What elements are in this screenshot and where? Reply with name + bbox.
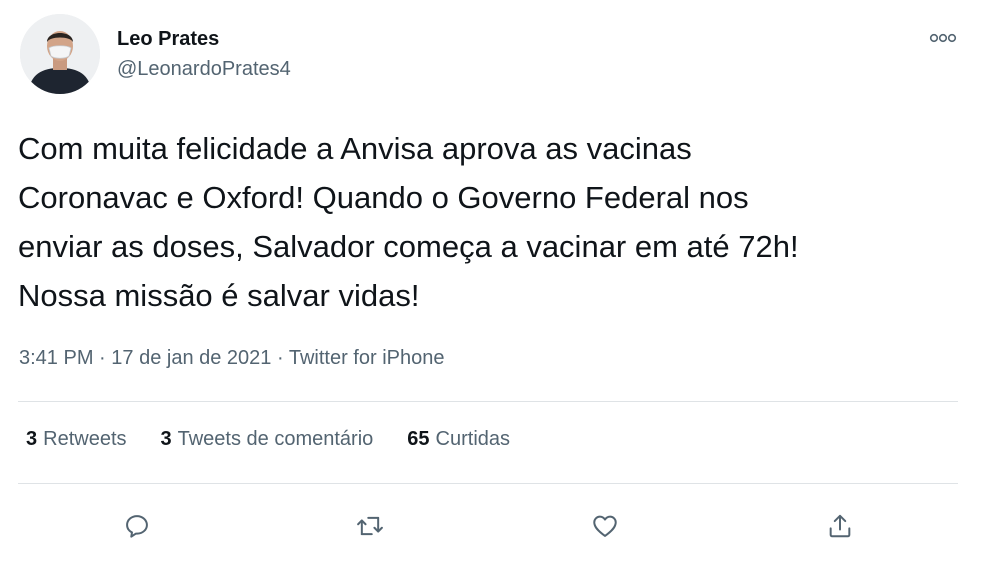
reply-button[interactable] [117,506,157,546]
avatar[interactable] [20,14,100,94]
tweet-text-line: Nossa missão é salvar vidas! [18,278,420,313]
retweet-button[interactable] [350,506,390,546]
tweet-text: Com muita felicidade a Anvisa aprova as … [18,124,968,320]
like-button[interactable] [585,506,625,546]
author-name[interactable]: Leo Prates [117,28,219,51]
tweet-date[interactable]: 17 de jan de 2021 [111,347,271,369]
quote-tweets-label: Tweets de comentário [177,428,374,450]
divider [18,483,958,484]
meta-separator: · [276,347,289,369]
retweets-stat[interactable]: 3 Retweets [26,428,127,451]
quote-tweets-count: 3 [160,428,172,450]
tweet-text-line: Com muita felicidade a Anvisa aprova as … [18,131,692,166]
retweets-label: Retweets [43,428,127,450]
likes-label: Curtidas [435,428,511,450]
tweet-meta: 3:41 PM · 17 de jan de 2021 · Twitter fo… [19,347,444,370]
retweets-count: 3 [26,428,38,450]
tweet-time[interactable]: 3:41 PM [19,347,93,369]
likes-stat[interactable]: 65 Curtidas [407,428,510,451]
retweet-icon [357,516,383,536]
divider [18,401,958,402]
share-icon [829,514,851,538]
tweet-text-line: enviar as doses, Salvador começa a vacin… [18,229,799,264]
tweet-actions [0,500,984,550]
heart-icon [593,515,617,537]
share-button[interactable] [820,506,860,546]
likes-count: 65 [407,428,430,450]
tweet-card: Leo Prates @LeonardoPrates4 Com muita fe… [0,0,984,564]
tweet-text-line: Coronavac e Oxford! Quando o Governo Fed… [18,180,749,215]
quote-tweets-stat[interactable]: 3 Tweets de comentário [161,428,374,451]
author-handle[interactable]: @LeonardoPrates4 [117,58,291,81]
meta-separator: · [99,347,112,369]
tweet-stats: 3 Retweets 3 Tweets de comentário 65 Curtid… [26,428,510,451]
tweet-source[interactable]: Twitter for iPhone [289,347,445,369]
more-options-icon[interactable] [925,26,961,50]
reply-icon [126,515,148,538]
